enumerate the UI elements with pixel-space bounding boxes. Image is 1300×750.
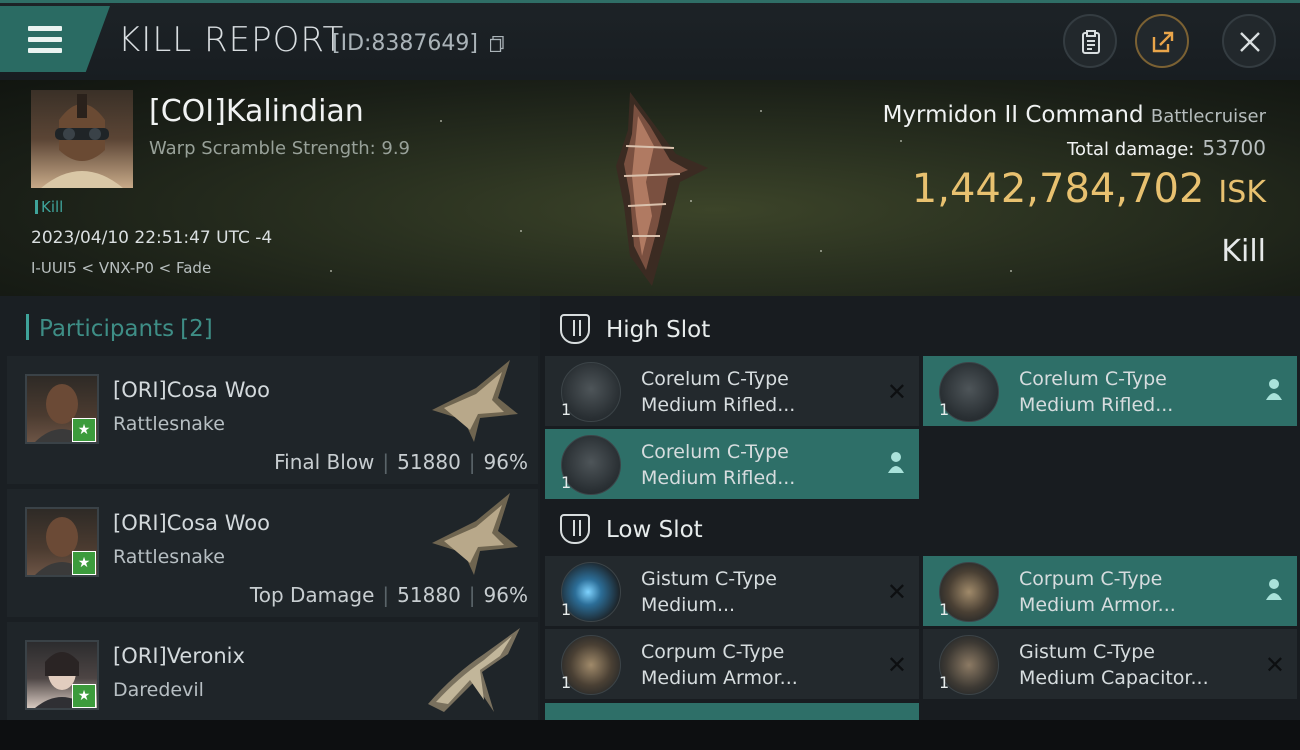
module-quantity: 1 [939,673,950,692]
module-subname: Medium Rifled... [641,467,796,489]
high-slot-icon [560,314,590,344]
kill-datetime: 2023/04/10 22:51:47 UTC -4 [31,228,273,248]
menu-button[interactable] [0,6,110,72]
participant-ship: Rattlesnake [113,413,225,435]
module-item[interactable]: 1 Corpum C-Type Medium Armor... [923,556,1297,626]
module-subname: Medium... [641,594,736,616]
total-damage: Total damage: 53700 [1067,136,1266,160]
victim-ship-class: Battlecruiser [1150,106,1266,127]
module-name: Corelum C-Type [1019,368,1167,390]
participants-panel: Participants [2] ★ [ORI]Cosa Woo Rattlesn… [0,296,540,750]
destroyed-icon: ✕ [886,378,907,406]
participant-ship-image[interactable] [424,491,524,581]
warp-scramble-strength: Warp Scramble Strength: 9.9 [149,138,411,159]
participant-card[interactable]: ★ [ORI]Cosa Woo Rattlesnake Final Blow | 5… [7,356,538,484]
header-accent-line [0,0,1300,3]
module-name: Corpum C-Type [1019,568,1163,590]
module-name: Gistum C-Type [641,568,777,590]
isk-value: 1,442,784,702 ISK [911,166,1266,212]
person-icon [1266,379,1282,400]
module-subname: Medium Rifled... [641,394,796,416]
module-quantity: 1 [939,600,950,619]
share-button[interactable] [1135,14,1189,68]
report-type: Kill [1221,234,1266,269]
destroyed-icon: ✕ [886,578,907,606]
close-icon [1240,32,1260,52]
module-item[interactable]: 1 Gistum C-Type Medium Capacitor... ✕ [923,629,1297,699]
participant-ship: Rattlesnake [113,546,225,568]
module-subname: Medium Armor... [641,667,798,689]
module-quantity: 1 [561,600,572,619]
module-quantity: 1 [561,473,572,492]
victim-ship: Myrmidon II Command Battlecruiser [882,102,1266,128]
standing-star-icon: ★ [72,418,96,442]
module-quantity: 1 [561,400,572,419]
share-icon [1152,31,1174,53]
module-subname: Medium Rifled... [1019,394,1174,416]
victim-banner: [COI]Kalindian Warp Scramble Strength: 9… [0,80,1300,296]
module-name: Corpum C-Type [641,641,785,663]
person-icon [1266,579,1282,600]
participant-name[interactable]: [ORI]Cosa Woo [113,378,270,402]
standing-star-icon: ★ [72,551,96,575]
destroyed-icon: ✕ [1264,651,1285,679]
participant-ship-image[interactable] [424,624,524,714]
participant-name[interactable]: [ORI]Veronix [113,644,245,668]
participants-heading: Participants [2] [26,314,213,342]
clipboard-icon [1082,30,1100,54]
victim-avatar[interactable] [31,90,133,188]
kill-route: I-UUI5 < VNX-P0 < Fade [31,259,212,277]
module-quantity: 1 [939,400,950,419]
module-name: Gistum C-Type [1019,641,1155,663]
participant-stats: Top Damage | 51880 | 96% [249,583,528,607]
kill-id: [ID:8387649] [332,31,478,56]
kill-report-window: KILL REPORT [ID:8387649] [COI]Kalindian … [0,0,1300,750]
victim-name[interactable]: [COI]Kalindian [149,94,364,129]
module-quantity: 1 [561,673,572,692]
low-slot-icon [560,514,590,544]
module-subname: Medium Armor... [1019,594,1176,616]
victim-ship-image[interactable] [588,86,718,291]
header-bar: KILL REPORT [ID:8387649] [0,0,1300,81]
clipboard-button[interactable] [1063,14,1117,68]
standing-star-icon: ★ [72,684,96,708]
close-button[interactable] [1222,14,1276,68]
high-slot-heading: High Slot [560,314,710,344]
footer-bar [0,720,1300,750]
module-item[interactable]: 1 Gistum C-Type Medium... ✕ [545,556,919,626]
low-slot-heading: Low Slot [560,514,703,544]
page-title: KILL REPORT [118,20,345,60]
fitting-panel: High Slot 1 Corelum C-Type Medium Rifled… [540,296,1300,750]
person-icon [888,452,904,473]
module-item[interactable]: 1 Corpum C-Type Medium Armor... ✕ [545,629,919,699]
participant-card[interactable]: ★ [ORI]Cosa Woo Rattlesnake Top Damage | 5… [7,489,538,617]
participant-name[interactable]: [ORI]Cosa Woo [113,511,270,535]
kill-tag: Kill [35,198,63,216]
module-item[interactable]: 1 Corelum C-Type Medium Rifled... [923,356,1297,426]
module-subname: Medium Capacitor... [1019,667,1209,689]
module-name: Corelum C-Type [641,441,789,463]
copy-icon[interactable] [490,36,504,52]
participant-ship: Daredevil [113,679,204,701]
module-item[interactable]: 1 Corelum C-Type Medium Rifled... ✕ [545,356,919,426]
participant-ship-image[interactable] [424,358,524,448]
destroyed-icon: ✕ [886,651,907,679]
participant-stats: Final Blow | 51880 | 96% [274,450,528,474]
module-name: Corelum C-Type [641,368,789,390]
module-item[interactable]: 1 Corelum C-Type Medium Rifled... [545,429,919,499]
